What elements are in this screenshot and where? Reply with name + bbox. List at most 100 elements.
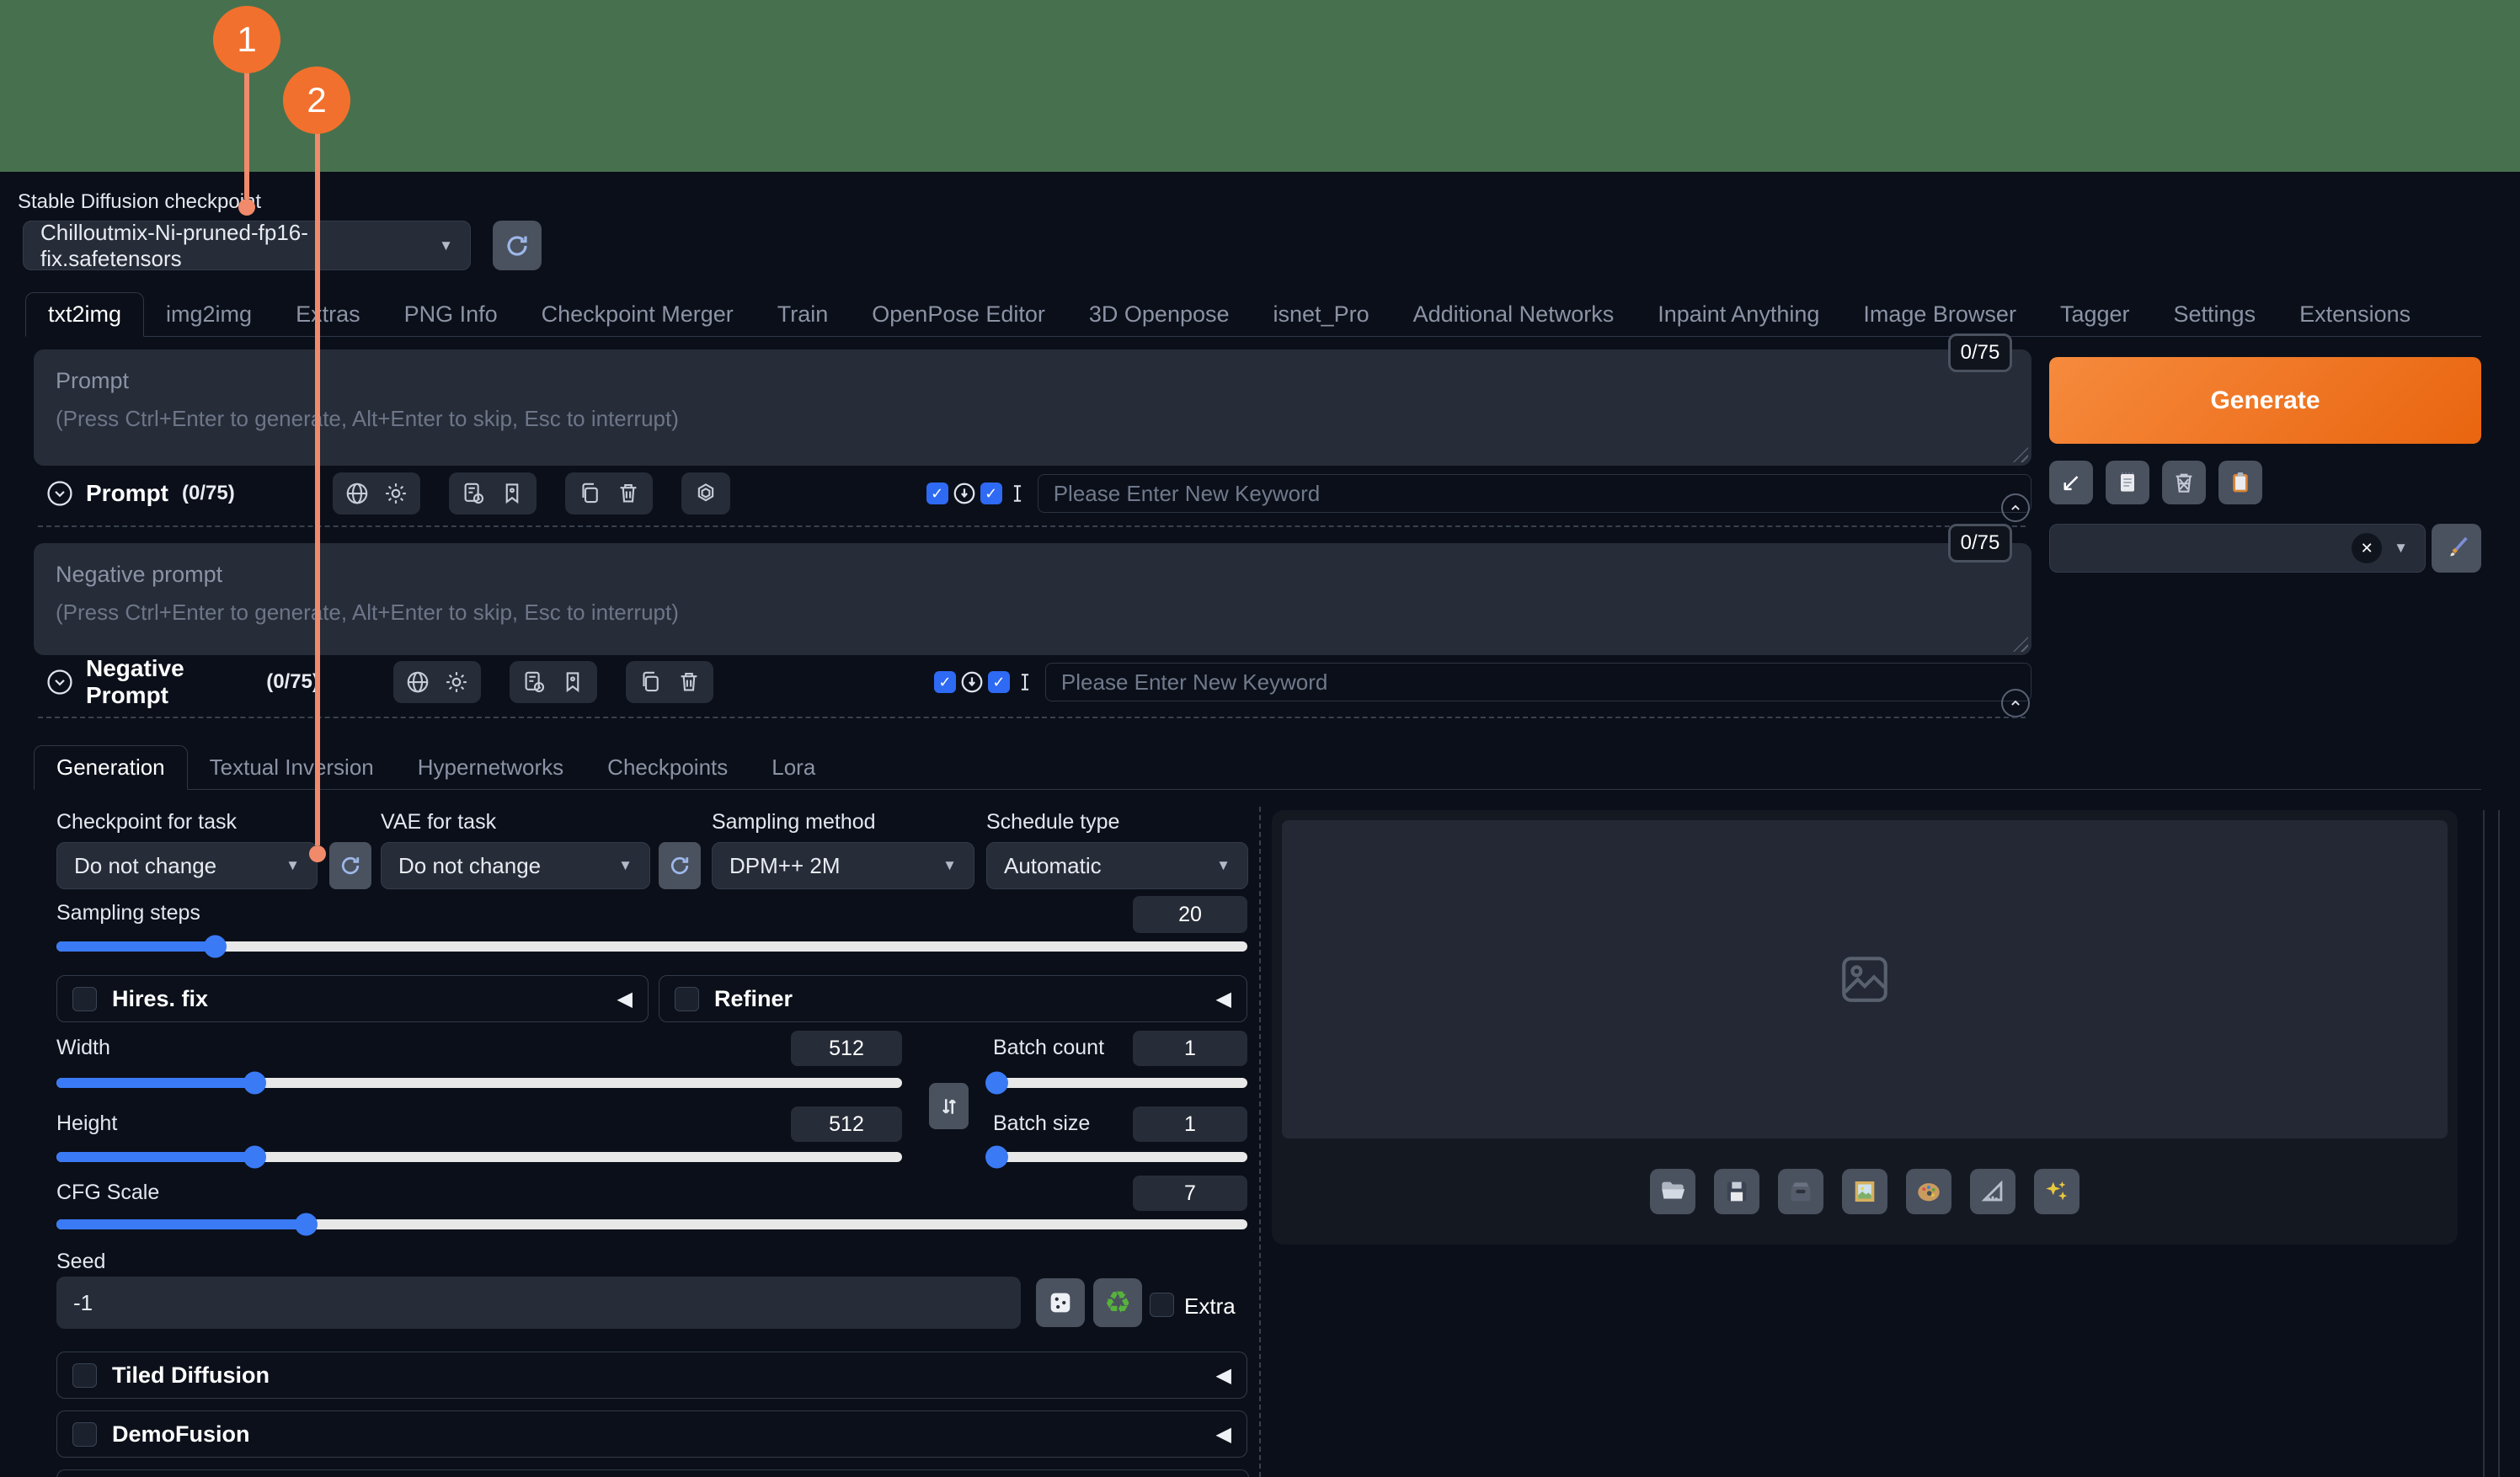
favorites-bookmark-icon[interactable] [499, 481, 525, 506]
cfg-scale-value[interactable]: 7 [1133, 1176, 1247, 1211]
history-icon[interactable] [461, 481, 486, 506]
vae-for-task-dropdown[interactable]: Do not change▼ [381, 842, 650, 889]
slider-thumb[interactable] [295, 1213, 318, 1236]
send-to-inpaint-button[interactable] [1906, 1169, 1951, 1214]
tab-lora[interactable]: Lora [750, 746, 837, 789]
open-folder-button[interactable] [1650, 1169, 1695, 1214]
tab-tagger[interactable]: Tagger [2038, 293, 2152, 336]
resize-handle-icon[interactable] [2013, 637, 2028, 652]
trash-icon[interactable] [616, 481, 641, 506]
width-slider[interactable] [56, 1078, 902, 1088]
favorites-bookmark-icon[interactable] [560, 669, 585, 695]
random-seed-button[interactable] [1036, 1278, 1085, 1327]
image-preview-area[interactable] [1282, 820, 2448, 1138]
refresh-vae-button[interactable] [659, 842, 701, 889]
sampling-steps-slider[interactable] [56, 941, 1247, 952]
schedule-type-dropdown[interactable]: Automatic▼ [986, 842, 1248, 889]
tab-generation[interactable]: Generation [34, 745, 188, 790]
batch-size-slider[interactable] [993, 1152, 1247, 1162]
read-generation-params-button[interactable]: ↙ [2049, 461, 2093, 504]
batch-count-slider[interactable] [993, 1078, 1247, 1088]
seed-extra-checkbox[interactable] [1150, 1293, 1174, 1317]
paste-copy-icon[interactable] [577, 481, 602, 506]
refresh-checkpoint-button[interactable] [493, 221, 542, 270]
accordion-collapsed-icon[interactable]: ◀ [617, 987, 633, 1011]
gear-icon[interactable] [383, 481, 408, 506]
generate-button[interactable]: Generate [2049, 357, 2481, 444]
tiled-diffusion-checkbox[interactable] [72, 1363, 97, 1388]
tab-extensions[interactable]: Extensions [2277, 293, 2432, 336]
trash-icon[interactable] [676, 669, 702, 695]
clear-styles-icon[interactable]: ✕ [2352, 533, 2382, 563]
tab-checkpoints[interactable]: Checkpoints [585, 746, 750, 789]
keyword-mode-checkbox[interactable]: ✓ [980, 483, 1002, 504]
swap-width-height-button[interactable] [929, 1083, 969, 1129]
demofusion-checkbox[interactable] [72, 1422, 97, 1447]
prompt-keyword-input[interactable] [1038, 474, 2031, 513]
slider-thumb[interactable] [985, 1146, 1008, 1169]
auto-translate-checkbox[interactable]: ✓ [926, 483, 948, 504]
tab-textual-inversion[interactable]: Textual Inversion [188, 746, 396, 789]
accordion-collapsed-icon[interactable]: ◀ [1216, 987, 1231, 1011]
batch-size-value[interactable]: 1 [1133, 1106, 1247, 1142]
tab-additional-networks[interactable]: Additional Networks [1391, 293, 1636, 336]
sampling-method-dropdown[interactable]: DPM++ 2M▼ [712, 842, 974, 889]
tab-image-browser[interactable]: Image Browser [1841, 293, 2038, 336]
refiner-checkbox[interactable] [675, 987, 699, 1011]
checkpoint-for-task-dropdown[interactable]: Do not change▼ [56, 842, 318, 889]
paste-copy-icon[interactable] [638, 669, 663, 695]
batch-count-value[interactable]: 1 [1133, 1031, 1247, 1066]
history-down-icon[interactable] [952, 481, 977, 506]
slider-thumb[interactable] [243, 1072, 266, 1095]
history-icon[interactable] [521, 669, 547, 695]
save-zip-button[interactable] [1778, 1169, 1823, 1214]
save-style-button[interactable] [2106, 461, 2149, 504]
paste-params-button[interactable] [2218, 461, 2262, 504]
negative-collapse-icon[interactable] [45, 668, 74, 696]
seed-input[interactable]: -1 [56, 1277, 1021, 1329]
cfg-scale-slider[interactable] [56, 1219, 1247, 1229]
prompt-panel-collapse-button[interactable] [2001, 493, 2030, 522]
clear-prompt-button[interactable] [2162, 461, 2206, 504]
checkpoint-dropdown[interactable]: Chilloutmix-Ni-pruned-fp16-fix.safetenso… [23, 221, 471, 270]
demofusion-accordion[interactable]: DemoFusion ◀ [56, 1410, 1247, 1458]
negative-prompt-textarea[interactable]: Negative prompt (Press Ctrl+Enter to gen… [34, 543, 2031, 655]
save-image-button[interactable] [1714, 1169, 1759, 1214]
edit-styles-button[interactable] [2432, 524, 2481, 573]
accordion-collapsed-icon[interactable]: ◀ [1216, 1422, 1231, 1447]
tab-png-info[interactable]: PNG Info [382, 293, 520, 336]
tiled-diffusion-accordion[interactable]: Tiled Diffusion ◀ [56, 1352, 1247, 1399]
tab-txt2img[interactable]: txt2img [25, 292, 144, 337]
accordion-collapsed-icon[interactable]: ◀ [1216, 1363, 1231, 1388]
keyword-mode-checkbox[interactable]: ✓ [988, 671, 1010, 693]
send-to-img2img-button[interactable] [1842, 1169, 1887, 1214]
history-down-icon[interactable] [959, 669, 985, 695]
openai-icon[interactable] [693, 481, 718, 506]
tab-3d-openpose[interactable]: 3D Openpose [1067, 293, 1252, 336]
prompt-collapse-icon[interactable] [45, 479, 74, 508]
refresh-checkpoint-for-task-button[interactable] [329, 842, 371, 889]
resize-handle-icon[interactable] [2013, 447, 2028, 462]
tab-hypernetworks[interactable]: Hypernetworks [396, 746, 585, 789]
tab-extras[interactable]: Extras [274, 293, 382, 336]
tab-openpose-editor[interactable]: OpenPose Editor [850, 293, 1067, 336]
tab-settings[interactable]: Settings [2152, 293, 2278, 336]
hires-fix-checkbox[interactable] [72, 987, 97, 1011]
translate-globe-icon[interactable] [405, 669, 430, 695]
send-to-extras-button[interactable] [1970, 1169, 2015, 1214]
height-value[interactable]: 512 [791, 1106, 902, 1142]
refiner-accordion[interactable]: Refiner ◀ [659, 975, 1247, 1022]
styles-dropdown[interactable]: ✕ ▼ [2049, 524, 2426, 573]
scrollbar-track[interactable] [2498, 810, 2500, 1477]
gear-icon[interactable] [444, 669, 469, 695]
column-resize-handle[interactable] [1259, 807, 1261, 1477]
width-value[interactable]: 512 [791, 1031, 902, 1066]
tab-checkpoint-merger[interactable]: Checkpoint Merger [520, 293, 755, 336]
negative-keyword-input[interactable] [1045, 663, 2031, 701]
translate-globe-icon[interactable] [344, 481, 370, 506]
tab-inpaint-anything[interactable]: Inpaint Anything [1636, 293, 1841, 336]
tab-isnet-pro[interactable]: isnet_Pro [1252, 293, 1391, 336]
tab-train[interactable]: Train [755, 293, 851, 336]
upscale-button[interactable] [2034, 1169, 2080, 1214]
slider-thumb[interactable] [243, 1146, 266, 1169]
